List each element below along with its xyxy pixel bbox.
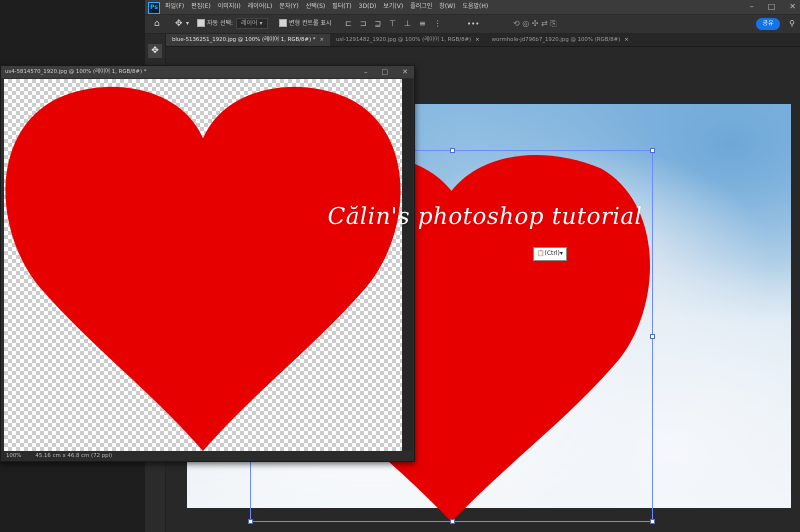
search-icon[interactable]: ⚲ — [789, 18, 795, 30]
align-center-icon[interactable]: ⊐ — [360, 15, 367, 33]
menu-item[interactable]: 편집(E) — [191, 0, 211, 14]
close-tab-icon[interactable]: × — [319, 37, 324, 43]
document-tabs: blue-5136251_1920.jpg @ 100% (레이어 1, RGB… — [166, 34, 800, 47]
photoshop-logo-icon[interactable]: Ps — [148, 2, 160, 14]
transform-handle[interactable] — [450, 148, 455, 153]
close-icon[interactable]: ✕ — [402, 66, 408, 78]
watermark-text: Călin's photoshop tutorial — [327, 204, 643, 230]
auto-select-option[interactable]: 자동 선택: 레이어 ▾ — [197, 15, 268, 33]
show-transform-option[interactable]: 변형 컨트롤 표시 — [279, 15, 331, 33]
align-top-icon[interactable]: ⊤ — [389, 15, 396, 33]
menu-item[interactable]: 문자(Y) — [279, 0, 298, 14]
more-options-icon[interactable]: ••• — [467, 15, 479, 33]
minimize-icon[interactable]: – — [750, 0, 754, 14]
floating-window-titlebar[interactable]: us4-5814570_1920.jpg @ 100% (레이어 1, RGB/… — [1, 66, 414, 78]
menu-item[interactable]: 선택(S) — [306, 0, 326, 14]
tab-document-3[interactable]: wormhole-jd796b7_1920.jpg @ 100% (RGB/8#… — [486, 34, 635, 46]
chevron-down-icon[interactable]: ▾ — [186, 15, 189, 33]
paste-options-badge[interactable]: 📋(Ctrl)▾ — [533, 247, 567, 261]
tab-document-2[interactable]: usl-1291482_1920.jpg @ 100% (레이어 1, RGB/… — [330, 34, 486, 46]
3d-mode-icons[interactable]: ⟲ ◎ ✣ ⇄ ⎘ — [513, 15, 557, 33]
heart-layer — [5, 86, 401, 451]
transform-handle[interactable] — [650, 519, 655, 524]
floating-document-window: us4-5814570_1920.jpg @ 100% (레이어 1, RGB/… — [0, 65, 415, 462]
move-tool-icon[interactable]: ✥ — [175, 15, 183, 33]
share-button[interactable]: 공유 — [756, 18, 780, 30]
options-bar: ⌂ ✥ ▾ 자동 선택: 레이어 ▾ 변형 컨트롤 표시 ⊏ ⊐ ⊒ ⊤ ⊥ ≡ … — [145, 15, 800, 34]
tab-document-1[interactable]: blue-5136251_1920.jpg @ 100% (레이어 1, RGB… — [166, 34, 330, 46]
move-tool-icon[interactable]: ✥ — [148, 44, 162, 58]
menu-item[interactable]: 도움말(H) — [462, 0, 488, 14]
maximize-icon[interactable]: □ — [768, 0, 776, 14]
heart-document-canvas[interactable] — [4, 79, 402, 451]
floating-window-title: us4-5814570_1920.jpg @ 100% (레이어 1, RGB/… — [5, 69, 147, 75]
align-right-icon[interactable]: ⊒ — [374, 15, 381, 33]
tab-label: wormhole-jd796b7_1920.jpg @ 100% (RGB/8#… — [491, 37, 621, 43]
transform-handle[interactable] — [450, 519, 455, 524]
menu-item[interactable]: 파일(F) — [165, 0, 184, 14]
transform-handle[interactable] — [650, 334, 655, 339]
align-middle-icon[interactable]: ⊥ — [404, 15, 411, 33]
close-icon[interactable]: ✕ — [789, 0, 796, 14]
paste-options-label: (Ctrl) — [544, 250, 560, 257]
menu-item[interactable]: 레이어(L) — [248, 0, 273, 14]
menu-item[interactable]: 보기(V) — [383, 0, 403, 14]
show-transform-label: 변형 컨트롤 표시 — [289, 20, 332, 27]
vertical-scrollbar[interactable] — [403, 79, 413, 451]
close-tab-icon[interactable]: × — [475, 37, 480, 43]
floating-window-status-bar: 100% 45.16 cm x 46.8 cm (72 ppi) — [1, 451, 414, 461]
watermark-overlay: Călin's photoshop tutorial — [0, 204, 800, 230]
show-transform-checkbox[interactable] — [279, 18, 287, 27]
menu-item[interactable]: 필터(T) — [332, 0, 351, 14]
heart-shape — [5, 86, 401, 451]
tab-label: blue-5136251_1920.jpg @ 100% (레이어 1, RGB… — [172, 37, 316, 43]
align-left-icon[interactable]: ⊏ — [345, 15, 352, 33]
distribute-icon[interactable]: ⋮ — [434, 15, 442, 33]
transform-handle[interactable] — [650, 148, 655, 153]
auto-select-dropdown[interactable]: 레이어 ▾ — [236, 18, 268, 29]
auto-select-value: 레이어 — [241, 20, 258, 27]
menu-bar: Ps 파일(F) 편집(E) 이미지(I) 레이어(L) 문자(Y) 선택(S) 필터(T)… — [145, 0, 800, 15]
auto-select-checkbox[interactable] — [197, 18, 205, 27]
menu-item[interactable]: 창(W) — [439, 0, 455, 14]
window-controls: – □ ✕ — [750, 0, 796, 14]
chevron-down-icon: ▾ — [559, 250, 563, 257]
align-bottom-icon[interactable]: ≡ — [419, 15, 426, 33]
transform-handle[interactable] — [248, 519, 253, 524]
zoom-level[interactable]: 100% — [6, 453, 21, 459]
floating-window-controls: – □ ✕ — [364, 66, 408, 78]
menu-item[interactable]: 3D(D) — [359, 0, 377, 14]
align-icons: ⊏ ⊐ ⊒ ⊤ ⊥ ≡ ⋮ — [345, 15, 442, 33]
menu-items: 파일(F) 편집(E) 이미지(I) 레이어(L) 문자(Y) 선택(S) 필터(T) 3D(… — [165, 0, 488, 14]
menu-item[interactable]: 플러그인 — [410, 0, 432, 14]
home-icon[interactable]: ⌂ — [154, 15, 160, 33]
tab-label: usl-1291482_1920.jpg @ 100% (레이어 1, RGB/… — [336, 37, 472, 43]
auto-select-label: 자동 선택: — [207, 20, 234, 27]
maximize-icon[interactable]: □ — [382, 66, 389, 78]
menu-item[interactable]: 이미지(I) — [218, 0, 241, 14]
minimize-icon[interactable]: – — [364, 66, 368, 78]
document-dimensions: 45.16 cm x 46.8 cm (72 ppi) — [35, 453, 113, 459]
close-tab-icon[interactable]: × — [624, 37, 629, 43]
